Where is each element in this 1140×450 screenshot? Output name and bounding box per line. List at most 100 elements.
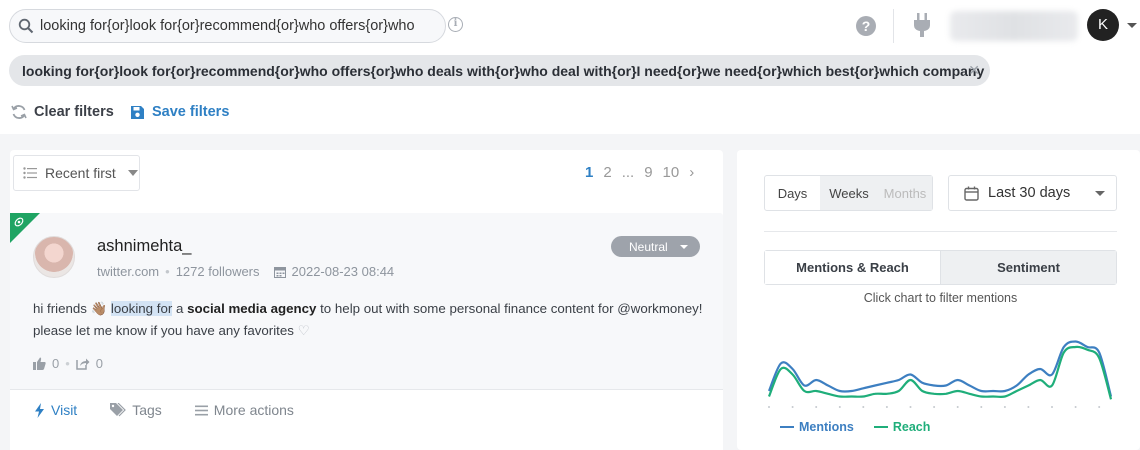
page-10[interactable]: 10 xyxy=(658,164,685,181)
date-range-label: Last 30 days xyxy=(988,185,1071,201)
x-tick xyxy=(768,406,770,408)
date-range-dropdown[interactable]: Last 30 days xyxy=(948,175,1117,211)
sentiment-badge[interactable]: Neutral xyxy=(611,236,700,257)
keyword-highlight: looking for xyxy=(110,301,173,316)
save-filters-button[interactable]: Save filters xyxy=(130,104,229,120)
save-filters-label: Save filters xyxy=(152,104,230,120)
x-tick xyxy=(838,406,841,408)
chart-hint: Click chart to filter mentions xyxy=(863,291,1018,305)
page-1[interactable]: 1 xyxy=(580,164,598,181)
visit-label: Visit xyxy=(51,402,78,418)
clear-filters-label: Clear filters xyxy=(34,104,114,120)
x-tick xyxy=(909,406,912,408)
help-icon[interactable]: ? xyxy=(856,16,876,36)
next-page-icon[interactable]: › xyxy=(684,164,699,181)
sentiment-label: Neutral xyxy=(629,239,668,254)
legend-swatch xyxy=(873,426,888,428)
visit-button[interactable]: Visit xyxy=(34,402,77,418)
tags-button[interactable]: Tags xyxy=(110,402,162,418)
plug-icon[interactable] xyxy=(912,13,932,37)
text-segment: to help out with some personal finance c… xyxy=(316,301,703,316)
calendar-icon xyxy=(964,186,979,201)
x-tick xyxy=(885,406,888,408)
mention-meta: twitter.com • 1272 followers 2022-08-23 … xyxy=(97,264,394,279)
legend-label: Mentions xyxy=(799,420,854,434)
x-tick xyxy=(1003,406,1006,408)
save-icon xyxy=(131,105,144,119)
sort-dropdown[interactable]: Recent first xyxy=(13,155,140,191)
legend-label: Reach xyxy=(892,420,931,434)
page-ellipsis: ... xyxy=(621,164,635,181)
search-icon xyxy=(18,18,34,34)
series-line-mentions[interactable] xyxy=(767,340,1113,397)
like-count: 0 xyxy=(52,356,60,371)
legend-reach[interactable]: Reach xyxy=(873,420,931,434)
chevron-down-icon xyxy=(679,244,688,249)
pagination: 1 2 ... 9 10 › xyxy=(580,164,699,181)
share-icon xyxy=(76,358,90,370)
thumbs-up-icon xyxy=(33,357,46,370)
clear-filters-button[interactable]: Clear filters xyxy=(11,104,114,120)
x-tick xyxy=(956,406,959,408)
sort-label: Recent first xyxy=(45,165,116,181)
close-icon[interactable]: ✕ xyxy=(968,62,980,78)
legend-mentions[interactable]: Mentions xyxy=(780,420,854,434)
share-count: 0 xyxy=(95,356,104,371)
x-tick xyxy=(791,406,794,408)
author-avatar[interactable] xyxy=(33,236,75,278)
text-segment: hi friends xyxy=(33,301,91,316)
wave-emoji-icon: 👋🏽 xyxy=(90,301,108,316)
filter-chip-label: looking for{or}look for{or}recommend{or}… xyxy=(22,62,985,79)
x-tick xyxy=(1051,406,1053,408)
separator-dot: • xyxy=(65,356,70,371)
x-tick xyxy=(862,406,865,408)
visibility-badge-icon xyxy=(10,213,40,243)
mention-actions: Visit Tags More actions xyxy=(34,402,327,418)
x-tick xyxy=(933,406,936,408)
x-tick xyxy=(815,406,818,408)
next-mention-card xyxy=(10,445,723,450)
page-2[interactable]: 2 xyxy=(598,164,616,181)
engagement-stats: 0 • 0 xyxy=(33,356,103,371)
source-domain[interactable]: twitter.com xyxy=(97,264,159,279)
menu-icon xyxy=(194,405,208,415)
chart-legend: Mentions Reach xyxy=(780,420,930,434)
list-sort-icon xyxy=(23,167,37,179)
period-months-button[interactable]: Months xyxy=(878,176,932,210)
chevron-down-icon[interactable] xyxy=(1127,23,1137,28)
x-tick xyxy=(1098,406,1101,408)
period-days-button[interactable]: Days xyxy=(765,176,820,210)
info-icon[interactable]: i xyxy=(448,17,463,32)
separator-dot: • xyxy=(165,264,170,279)
account-name-blurred[interactable] xyxy=(950,11,1078,41)
x-tick xyxy=(980,406,983,408)
search-bar[interactable]: looking for{or}look for{or}recommend{or}… xyxy=(9,9,446,43)
more-actions-label: More actions xyxy=(213,402,294,418)
tab-sentiment[interactable]: Sentiment xyxy=(940,251,1116,284)
follower-count: 1272 followers xyxy=(175,264,260,279)
chart-tabs: Mentions & Reach Sentiment xyxy=(764,250,1117,285)
mention-date: 2022-08-23 08:44 xyxy=(291,264,395,279)
search-input[interactable]: looking for{or}look for{or}recommend{or}… xyxy=(40,18,415,34)
calendar-icon xyxy=(273,266,286,278)
text-segment: a xyxy=(172,301,188,316)
x-tick xyxy=(1074,406,1077,408)
heart-icon: ♡ xyxy=(297,323,310,338)
period-weeks-button[interactable]: Weeks xyxy=(820,176,878,210)
lightning-icon xyxy=(35,402,44,418)
tags-label: Tags xyxy=(132,402,162,418)
author-name[interactable]: ashnimehta_ xyxy=(97,237,191,256)
filter-chip[interactable]: looking for{or}look for{or}recommend{or}… xyxy=(9,55,990,86)
user-avatar[interactable]: K xyxy=(1087,9,1119,41)
period-toggle: Days Weeks Months xyxy=(764,175,933,211)
page-9[interactable]: 9 xyxy=(639,164,657,181)
more-actions-button[interactable]: More actions xyxy=(194,402,294,418)
tag-icon xyxy=(110,403,127,417)
mentions-reach-chart[interactable] xyxy=(764,330,1117,410)
bold-keyword: social media agency xyxy=(187,301,317,316)
chevron-down-icon xyxy=(127,170,138,176)
chevron-down-icon xyxy=(1095,191,1105,196)
text-segment: please let me know if you have any favor… xyxy=(33,323,294,338)
tab-mentions-reach[interactable]: Mentions & Reach xyxy=(765,251,940,284)
divider xyxy=(764,231,1117,232)
